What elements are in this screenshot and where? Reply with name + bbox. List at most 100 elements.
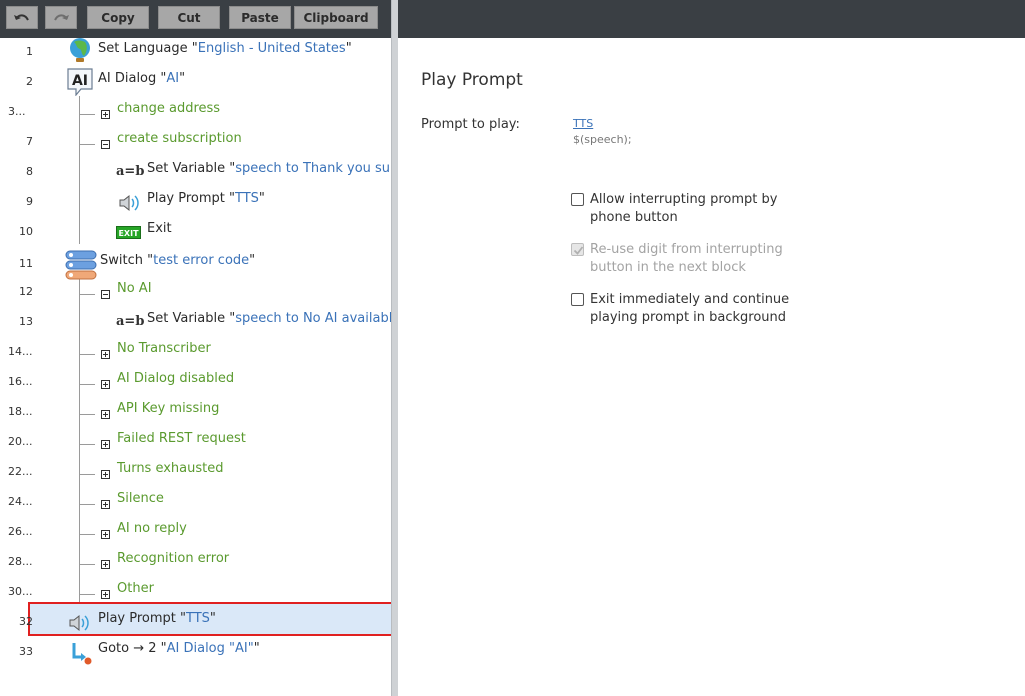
prompt-expression: $(speech); <box>573 133 632 146</box>
line-number: 18... <box>8 405 33 418</box>
check-icon <box>573 246 584 255</box>
allow-interrupting-checkbox[interactable] <box>571 193 584 206</box>
row-label: Set Variable "speech to Thank you subsc <box>147 161 391 176</box>
row-label: Play Prompt "TTS" <box>147 191 265 206</box>
cut-button[interactable]: Cut <box>158 6 220 29</box>
row-label: Turns exhausted <box>117 461 224 476</box>
connector <box>79 114 95 115</box>
connector <box>79 534 95 535</box>
tree-row-play-prompt[interactable]: 9 Play Prompt "TTS" <box>0 185 391 215</box>
expand-icon[interactable] <box>101 410 110 419</box>
tree-row-change-address[interactable]: 3... change address <box>0 95 391 125</box>
tree-row-failed-rest-request[interactable]: 20... Failed REST request <box>0 425 391 455</box>
line-number: 20... <box>8 435 33 448</box>
svg-text:AI: AI <box>72 73 88 89</box>
expand-icon[interactable] <box>101 560 110 569</box>
row-label: Set Language "English - United States" <box>98 41 352 56</box>
connector <box>79 564 95 565</box>
tree-row-silence[interactable]: 24... Silence <box>0 485 391 515</box>
tree-row-no-transcriber[interactable]: 14... No Transcriber <box>0 335 391 365</box>
row-label: create subscription <box>117 131 242 146</box>
redo-icon <box>54 13 69 21</box>
exit-immediately-option[interactable]: Exit immediately and continue playing pr… <box>571 291 791 349</box>
tree-row-set-variable[interactable]: 13 a=b Set Variable "speech to No AI ava… <box>0 305 391 335</box>
row-label: Silence <box>117 491 164 506</box>
properties-header-bar <box>398 0 1025 38</box>
row-label: API Key missing <box>117 401 220 416</box>
line-number: 33 <box>19 645 33 658</box>
line-number: 10 <box>19 225 33 238</box>
expand-icon[interactable] <box>101 500 110 509</box>
tts-link[interactable]: TTS <box>573 117 593 130</box>
expand-icon[interactable] <box>101 590 110 599</box>
tree-row-api-key-missing[interactable]: 18... API Key missing <box>0 395 391 425</box>
line-number: 30... <box>8 585 33 598</box>
redo-button[interactable] <box>45 6 77 29</box>
row-label: Switch "test error code" <box>100 253 256 268</box>
row-label: AI Dialog disabled <box>117 371 235 386</box>
reuse-digit-option: Re-use digit from interrupting button in… <box>571 241 791 281</box>
pane-splitter[interactable] <box>391 0 398 696</box>
clipboard-button[interactable]: Clipboard <box>294 6 378 29</box>
row-label: AI Dialog "AI" <box>98 71 186 86</box>
collapse-icon[interactable] <box>101 140 110 149</box>
ai-dialog-icon: AI <box>67 68 93 96</box>
line-number: 7 <box>26 135 33 148</box>
tree-row-play-prompt-selected[interactable]: 32 Play Prompt "TTS" <box>0 605 391 635</box>
copy-button[interactable]: Copy <box>87 6 149 29</box>
tree-row-turns-exhausted[interactable]: 22... Turns exhausted <box>0 455 391 485</box>
paste-button[interactable]: Paste <box>229 6 291 29</box>
row-label: AI no reply <box>117 521 187 536</box>
exit-immediately-label: Exit immediately and continue playing pr… <box>590 292 790 325</box>
line-number: 13 <box>19 315 33 328</box>
tree-row-ai-no-reply[interactable]: 26... AI no reply <box>0 515 391 545</box>
expand-icon[interactable] <box>101 380 110 389</box>
tree-row-set-language[interactable]: 1 Set Language "English - United States" <box>0 35 391 65</box>
allow-interrupting-option[interactable]: Allow interrupting prompt by phone butto… <box>571 191 791 231</box>
collapse-icon[interactable] <box>101 290 110 299</box>
tree-row-create-subscription[interactable]: 7 create subscription <box>0 125 391 155</box>
expand-icon[interactable] <box>101 530 110 539</box>
connector <box>79 144 95 145</box>
tree-row-no-ai[interactable]: 12 No AI <box>0 275 391 305</box>
tree-row-other[interactable]: 30... Other <box>0 575 391 605</box>
line-number: 9 <box>26 195 33 208</box>
connector <box>79 474 95 475</box>
undo-icon <box>14 13 29 21</box>
exit-icon: EXIT <box>116 226 141 239</box>
line-number: 24... <box>8 495 33 508</box>
tree-row-ai-dialog-disabled[interactable]: 16... AI Dialog disabled <box>0 365 391 395</box>
line-number: 22... <box>8 465 33 478</box>
exit-immediately-checkbox[interactable] <box>571 293 584 306</box>
connector <box>79 414 95 415</box>
connector <box>79 444 95 445</box>
row-label: Exit <box>147 221 172 236</box>
line-number: 16... <box>8 375 33 388</box>
line-number: 11 <box>19 257 33 270</box>
tree-row-recognition-error[interactable]: 28... Recognition error <box>0 545 391 575</box>
expand-icon[interactable] <box>101 440 110 449</box>
tree-row-goto[interactable]: 33 Goto → 2 "AI Dialog "AI"" <box>0 635 391 665</box>
tree-row-ai-dialog[interactable]: 2 AI AI Dialog "AI" <box>0 65 391 96</box>
row-label: Failed REST request <box>117 431 246 446</box>
undo-button[interactable] <box>6 6 38 29</box>
allow-interrupting-label: Allow interrupting prompt by phone butto… <box>590 192 778 225</box>
line-number: 8 <box>26 165 33 178</box>
connector <box>79 594 95 595</box>
line-number: 26... <box>8 525 33 538</box>
connector <box>79 354 95 355</box>
expand-icon[interactable] <box>101 350 110 359</box>
line-number: 14... <box>8 345 33 358</box>
line-number: 32 <box>19 615 33 628</box>
row-label: Other <box>117 581 154 596</box>
expand-icon[interactable] <box>101 470 110 479</box>
tree-row-switch[interactable]: 11 Switch "test error code" <box>0 247 391 280</box>
expand-icon[interactable] <box>101 110 110 119</box>
row-label: No Transcriber <box>117 341 211 356</box>
tree-row-exit[interactable]: 10 EXIT Exit <box>0 215 391 245</box>
line-number: 3... <box>8 105 26 118</box>
speaker-icon <box>119 194 139 212</box>
tree-row-set-variable[interactable]: 8 a=b Set Variable "speech to Thank you … <box>0 155 391 185</box>
row-label: change address <box>117 101 221 116</box>
row-label: No AI <box>117 281 152 296</box>
